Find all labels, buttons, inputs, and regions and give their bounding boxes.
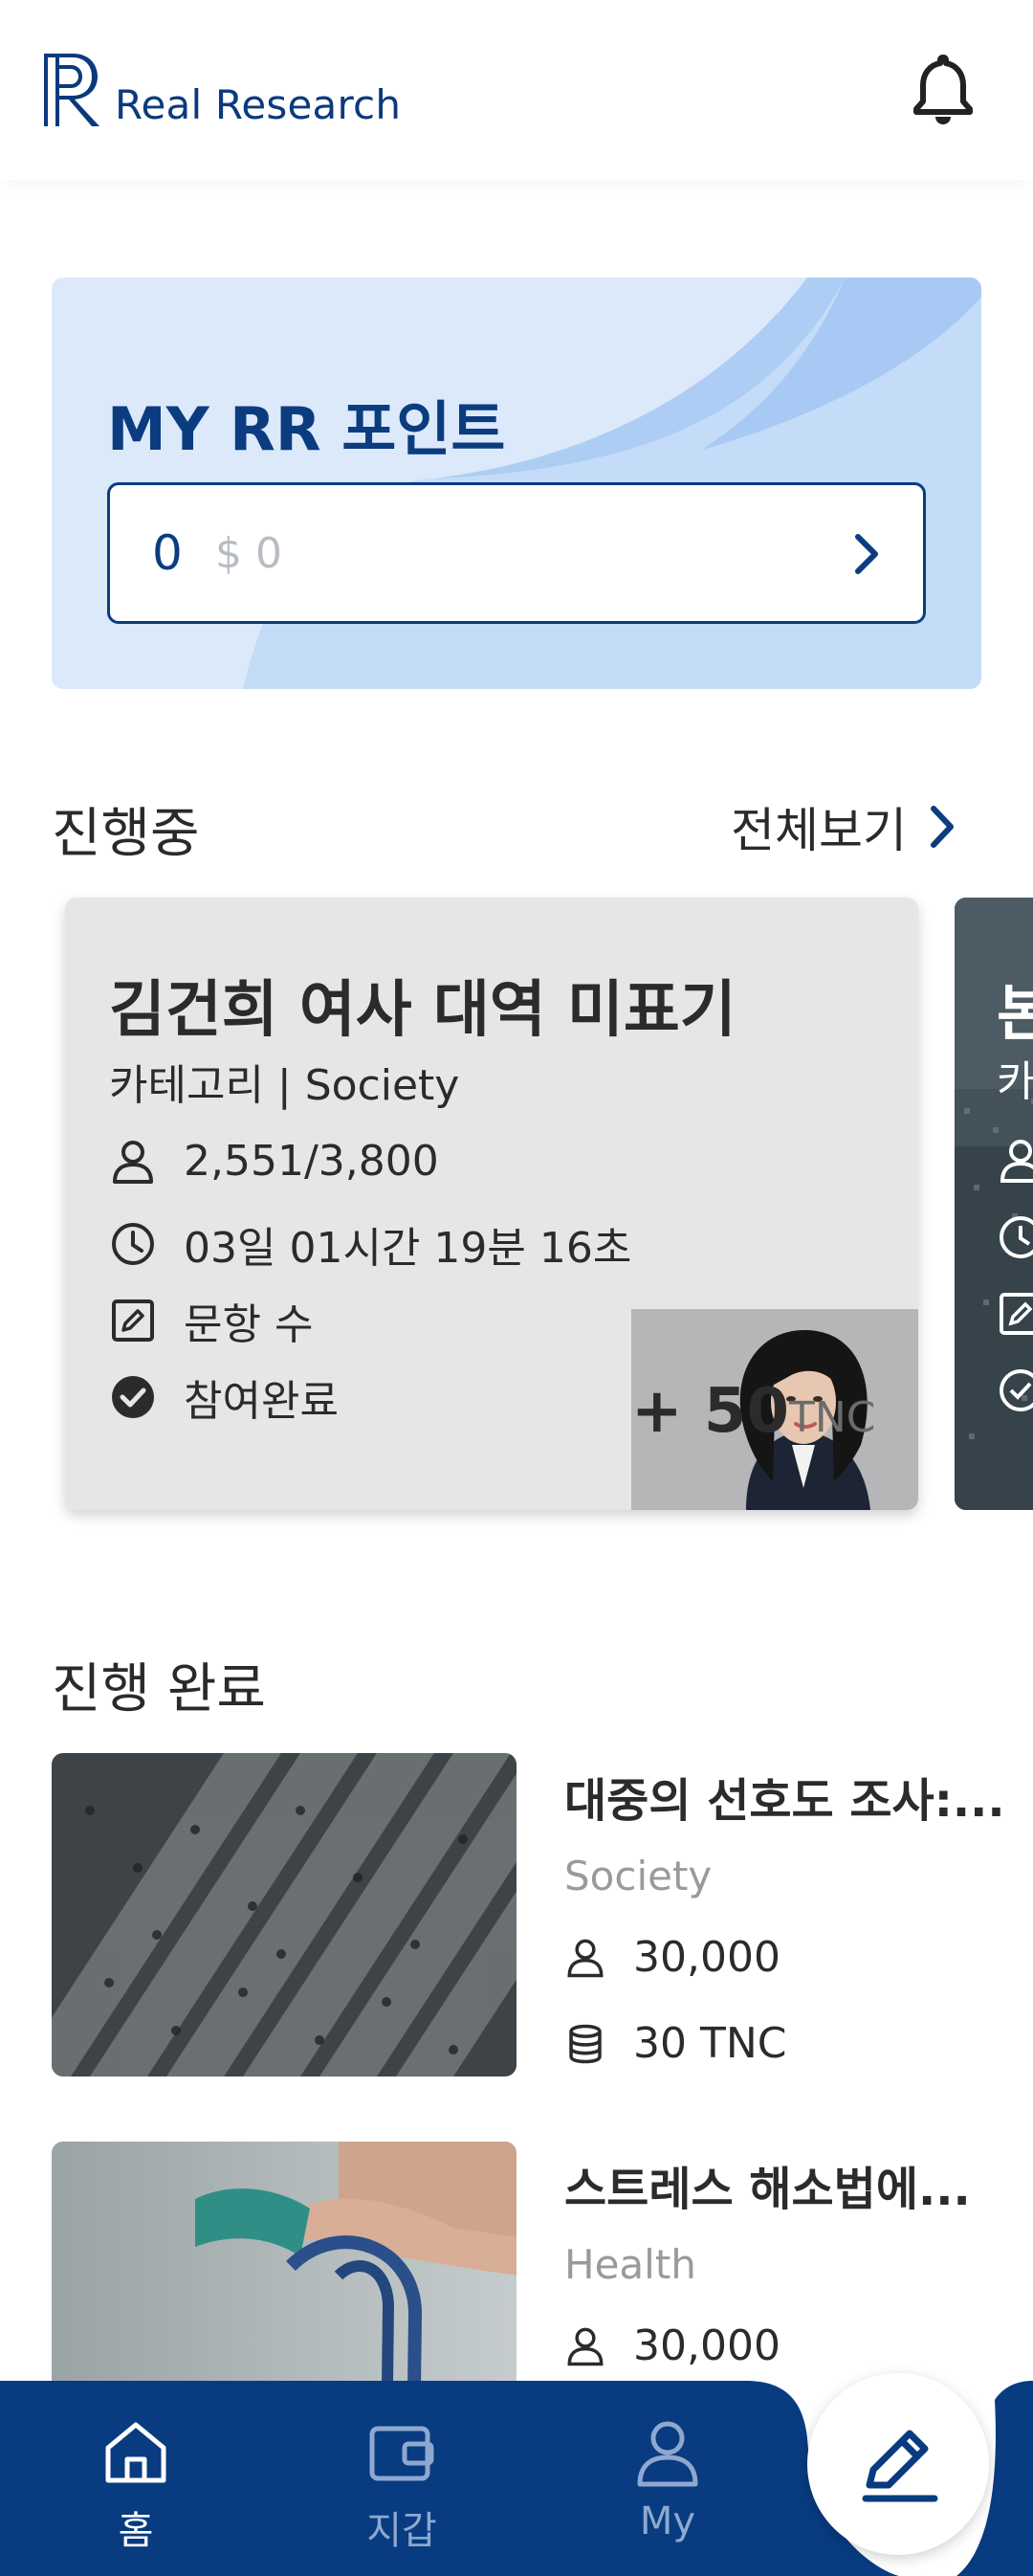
app-header: Real Research [0, 0, 1033, 180]
home-icon [105, 2422, 166, 2483]
survey-category: 카테고리 | Society [109, 1061, 460, 1110]
survey-category: 카 [997, 1057, 1033, 1106]
app-screen: Real Research MY RR 포인트 0 $ 0 진행중 전체보기 김… [0, 0, 1033, 2576]
user-icon [637, 2421, 698, 2487]
logo-text: Real Research [115, 81, 402, 128]
time-left-row: 03일 01시간 19분 16초 [109, 1213, 631, 1275]
reward-unit: TNC [788, 1393, 876, 1442]
participants-row: 30,000 [564, 2321, 780, 2370]
ongoing-survey-card-next[interactable]: 본 카 [955, 898, 1033, 1510]
user-icon [567, 2327, 604, 2365]
points-balance-button[interactable]: 0 $ 0 [107, 482, 926, 624]
nav-label-home: 홈 [118, 2509, 154, 2553]
status-row: 참여완료 [109, 1366, 339, 1428]
survey-title: 스트레스 해소법에... [564, 2163, 971, 2216]
participation-status: 참여완료 [184, 1377, 339, 1426]
participants-row: 30,000 [564, 1933, 780, 1982]
crowd-crosswalk-image [52, 1753, 516, 2076]
reward-amount: 30 TNC [633, 2019, 787, 2068]
nav-item-home[interactable]: 홈 [69, 2417, 203, 2561]
completed-survey-item[interactable]: 대중의 선호도 조사:... Society 30,000 30 TNC [52, 1753, 1008, 2078]
write-fab-button[interactable] [807, 2373, 989, 2555]
points-card: MY RR 포인트 0 $ 0 [52, 278, 981, 689]
points-value: 0 [152, 525, 183, 581]
see-all-button[interactable]: 전체보기 [731, 792, 964, 861]
user-icon [567, 1939, 604, 1977]
chevron-right-icon [931, 806, 954, 848]
questions-row: 문항 수 [109, 1290, 313, 1351]
survey-thumbnail [52, 1753, 516, 2076]
check-circle-icon [112, 1376, 154, 1418]
nav-label-my: My [639, 2499, 696, 2543]
questions-label: 문항 수 [184, 1300, 314, 1349]
clock-icon [1000, 1216, 1033, 1258]
nav-label-wallet: 지갑 [366, 2509, 437, 2553]
survey-category: Society [564, 1853, 713, 1899]
bell-icon[interactable] [909, 52, 978, 128]
participants-row: 2,551/3,800 [109, 1137, 439, 1186]
points-title: MY RR 포인트 [107, 394, 506, 464]
ongoing-section-title: 진행중 [52, 803, 200, 865]
participants-count: 2,551/3,800 [184, 1137, 439, 1186]
wallet-icon [369, 2426, 434, 2481]
reward-label: + 50TNC [631, 1376, 875, 1447]
reward-thumbnail: + 50TNC [631, 1309, 918, 1510]
survey-category: Health [564, 2241, 696, 2288]
pencil-icon [862, 2430, 938, 2502]
points-usd-value: $ 0 [215, 529, 282, 578]
reward-row: 30 TNC [564, 2019, 787, 2068]
nav-item-wallet[interactable]: 지갑 [335, 2417, 469, 2561]
user-icon [113, 1140, 153, 1184]
coins-icon [569, 2024, 602, 2063]
user-icon [1000, 1140, 1033, 1183]
nav-item-my[interactable]: My [601, 2417, 735, 2561]
edit-square-icon [112, 1299, 154, 1342]
app-logo[interactable]: Real Research [40, 50, 401, 130]
check-circle-icon [1000, 1369, 1033, 1411]
reward-amount: + 50 [631, 1376, 789, 1447]
ongoing-survey-card[interactable]: 김건희 여사 대역 미표기 카테고리 | Society 2,551/3,800… [65, 898, 918, 1510]
clock-icon [112, 1223, 154, 1265]
time-left: 03일 01시간 19분 16초 [184, 1224, 632, 1273]
chevron-right-icon [855, 534, 878, 574]
participants-count: 30,000 [633, 1933, 780, 1982]
completed-section-title: 진행 완료 [52, 1658, 266, 1721]
survey-title: 본 [997, 979, 1033, 1050]
logo-mark-icon [44, 54, 99, 126]
survey-title: 대중의 선호도 조사:... [564, 1774, 1005, 1828]
see-all-label: 전체보기 [731, 803, 907, 858]
edit-square-icon [1000, 1293, 1033, 1335]
participants-count: 30,000 [633, 2321, 780, 2370]
survey-title: 김건희 여사 대역 미표기 [109, 975, 736, 1046]
